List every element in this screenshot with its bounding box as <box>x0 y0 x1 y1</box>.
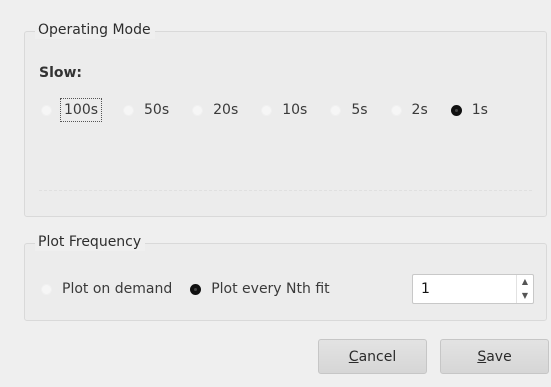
divider <box>39 190 532 191</box>
radio-label: 10s <box>282 102 308 118</box>
radio-label: Plot on demand <box>62 281 173 297</box>
plot-frequency-group: Plot Frequency Plot on demand Plot every… <box>24 233 547 321</box>
radio-10s[interactable]: 10s <box>261 101 309 119</box>
radio-indicator <box>261 104 273 116</box>
triangle-down-icon[interactable]: ▼ <box>517 289 533 303</box>
radio-label: 5s <box>351 102 368 118</box>
radio-indicator <box>41 283 52 295</box>
radio-indicator <box>192 104 204 116</box>
spin-arrows: ▲ ▼ <box>516 275 533 303</box>
radio-indicator <box>450 104 462 116</box>
cancel-mnemonic: C <box>348 348 359 365</box>
cancel-label-rest: ancel <box>358 348 397 365</box>
radio-label: 2s <box>411 102 428 118</box>
radio-indicator <box>41 104 52 116</box>
radio-indicator <box>123 104 135 116</box>
plot-frequency-title: Plot Frequency <box>35 233 146 251</box>
radio-label: 20s <box>213 102 239 118</box>
save-button[interactable]: Save <box>440 339 549 374</box>
radio-1s[interactable]: 1s <box>450 101 490 119</box>
radio-plot-every-nth-fit[interactable]: Plot every Nth fit <box>190 280 331 298</box>
radio-label: 100s <box>60 98 103 122</box>
operating-mode-group: Operating Mode Slow: 100s 50s 20s 10s 5s… <box>24 21 547 217</box>
radio-20s[interactable]: 20s <box>192 101 240 119</box>
cancel-button[interactable]: Cancel <box>318 339 427 374</box>
radio-indicator <box>330 104 342 116</box>
slow-label: Slow: <box>39 65 83 81</box>
radio-100s[interactable]: 100s <box>41 98 103 122</box>
radio-plot-on-demand[interactable]: Plot on demand <box>41 280 174 298</box>
radio-5s[interactable]: 5s <box>330 101 369 119</box>
radio-label: 50s <box>144 102 170 118</box>
nth-fit-spinbox[interactable]: 1 ▲ ▼ <box>412 274 534 304</box>
speed-radio-row: 100s 50s 20s 10s 5s 2s 1s <box>41 98 511 122</box>
save-mnemonic: S <box>477 348 487 365</box>
nth-fit-value[interactable]: 1 <box>413 281 516 297</box>
radio-label: Plot every Nth fit <box>211 281 330 297</box>
radio-50s[interactable]: 50s <box>123 101 171 119</box>
triangle-up-icon[interactable]: ▲ <box>517 275 533 289</box>
radio-label: 1s <box>471 102 488 118</box>
plot-frequency-radio-row: Plot on demand Plot every Nth fit <box>41 280 348 298</box>
save-label-rest: ave <box>486 348 512 365</box>
radio-2s[interactable]: 2s <box>390 101 430 119</box>
operating-mode-title: Operating Mode <box>35 21 155 39</box>
radio-indicator <box>190 283 202 295</box>
radio-indicator <box>390 104 402 116</box>
